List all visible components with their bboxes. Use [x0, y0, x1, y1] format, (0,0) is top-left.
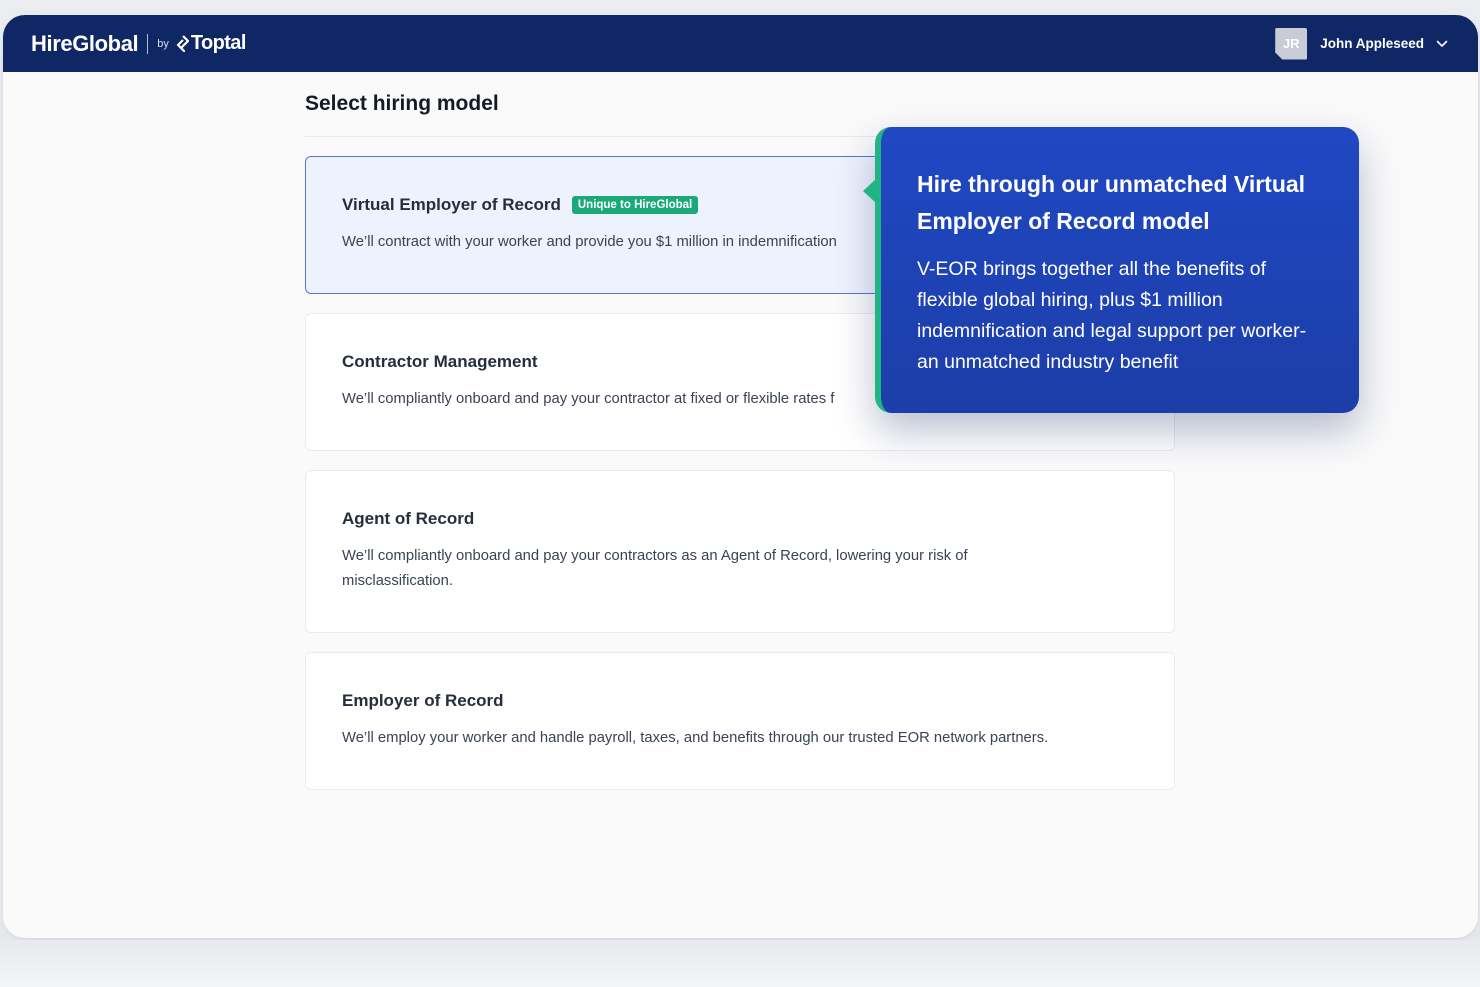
- page-title: Select hiring model: [305, 92, 499, 115]
- brand-partner-name: Toptal: [190, 32, 247, 54]
- option-header: Contractor Management: [342, 352, 538, 372]
- user-menu[interactable]: JR John Appleseed: [1275, 15, 1448, 72]
- virtual-eor-tooltip: Hire through our unmatched Virtual Emplo…: [863, 127, 1359, 413]
- brand-divider: [147, 33, 149, 54]
- option-title: Contractor Management: [342, 352, 538, 371]
- background-shade: [0, 940, 1480, 987]
- option-description: We’ll compliantly onboard and pay your c…: [342, 548, 968, 589]
- option-description: We’ll contract with your worker and prov…: [342, 234, 837, 250]
- option-header: Employer of Record: [342, 691, 504, 711]
- top-navigation-bar: HireGlobal by Toptal JR John Appleseed: [3, 15, 1478, 72]
- brand-logo[interactable]: HireGlobal by Toptal: [31, 15, 246, 72]
- tooltip-title: Hire through our unmatched Virtual Emplo…: [917, 171, 1306, 234]
- brand-by-label: by: [157, 37, 169, 50]
- option-title: Virtual Employer of Record: [342, 195, 561, 214]
- option-title: Employer of Record: [342, 691, 504, 710]
- hiring-option-agent-of-record[interactable]: Agent of Record We’ll compliantly onboar…: [305, 470, 1175, 633]
- brand-name: HireGlobal: [31, 30, 139, 56]
- unique-badge: Unique to HireGlobal: [571, 196, 699, 214]
- hiring-option-employer-of-record[interactable]: Employer of Record We’ll employ your wor…: [305, 652, 1175, 790]
- tooltip-body: V-EOR brings together all the benefits o…: [917, 258, 1307, 373]
- user-name[interactable]: John Appleseed: [1320, 36, 1424, 51]
- option-header: Virtual Employer of Record Unique to Hir…: [342, 195, 699, 215]
- toptal-logo-icon: [176, 34, 189, 52]
- avatar[interactable]: JR: [1275, 27, 1308, 60]
- option-description: We’ll compliantly onboard and pay your c…: [342, 391, 835, 407]
- chevron-down-icon[interactable]: [1436, 40, 1448, 48]
- option-header: Agent of Record: [342, 509, 474, 529]
- app-window: HireGlobal by Toptal JR John Appleseed S…: [3, 15, 1478, 938]
- option-description: We’ll employ your worker and handle payr…: [342, 730, 1049, 746]
- option-title: Agent of Record: [342, 509, 475, 528]
